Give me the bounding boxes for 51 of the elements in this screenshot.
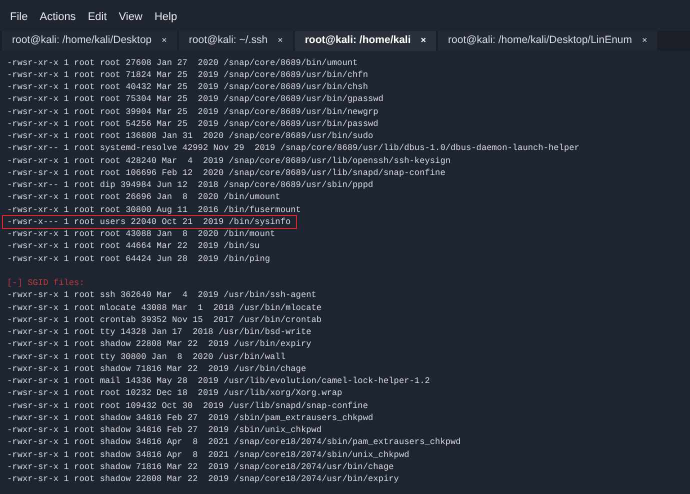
terminal-line: -rwsr-xr-x 1 root root 54256 Mar 25 2019 /snap/core/8689/usr/bin/passwd <box>7 118 378 130</box>
terminal-line: -rwsr-xr-x 1 root root 428240 Mar 4 2019 /snap/core/8689/usr/lib/openssh/ssh-keysign <box>7 154 451 167</box>
terminal-tab[interactable]: root@kali: /home/kali × <box>294 30 436 50</box>
terminal-line: -rwsr-sr-x 1 root root 106696 Feb 12 2020 /snap/core/8689/usr/lib/snapd/snap-confine <box>7 166 446 179</box>
terminal-line: -rwsr-xr-x 1 root root 136808 Jan 31 2020 /snap/core/8689/usr/bin/sudo <box>7 130 374 142</box>
terminal-line: -rwsr-xr-x 1 root root 27608 Jan 27 2020 /snap/core/8689/bin/umount <box>7 56 358 69</box>
tab-title: root@kali: /home/kali <box>304 32 411 48</box>
menu-item[interactable]: Actions <box>40 9 76 26</box>
terminal-line: -rwxr-sr-x 1 root shadow 34816 Feb 27 2019 /sbin/unix_chkpwd <box>7 424 322 436</box>
terminal-line: -rwxr-sr-x 1 root shadow 22808 Mar 22 2019 /usr/bin/expiry <box>7 338 312 350</box>
terminal-line: -rwsr-xr-x 1 root root 39904 Mar 25 2019 /snap/core/8689/usr/bin/newgrp <box>7 106 378 118</box>
close-tab-button[interactable]: × <box>162 34 167 48</box>
terminal-line: -rwsr-xr-x 1 root root 26696 Jan 8 2020 /bin/umount <box>7 191 280 204</box>
terminal-line: -rwsr-xr-x 1 root root 71824 Mar 25 2019 /snap/core/8689/usr/bin/chfn <box>7 68 368 81</box>
terminal-line: -rwxr-sr-x 1 root crontab 39352 Nov 15 2017 /usr/bin/crontab <box>7 314 322 326</box>
terminal-tab[interactable]: root@kali: /home/kali/Desktop/LinEnum × <box>438 30 658 50</box>
menu-item[interactable]: Help <box>154 9 178 26</box>
close-tab-button[interactable]: × <box>642 34 648 48</box>
section-header: [-] SGID files: <box>7 277 84 290</box>
terminal-line: -rwsr-xr-- 1 root systemd-resolve 42992 Nov 29 2019 /snap/core/8689/usr/lib/dbus-1.0/dbus-daemon-launch-helper <box>7 142 580 154</box>
terminal-line: -rwsr-xr-x 1 root root 43088 Jan 8 2020 /bin/mount <box>7 228 276 240</box>
tab-title: root@kali: ~/.ssh <box>188 32 268 48</box>
terminal-line: -rwsr-sr-x 1 root root 10232 Dec 18 2019 /usr/lib/xorg/Xorg.wrap <box>7 387 342 400</box>
close-tab-button[interactable]: × <box>420 34 426 48</box>
terminal-line: -rwsr-xr-x 1 root root 75304 Mar 25 2019 /snap/core/8689/usr/bin/gpasswd <box>7 93 384 106</box>
terminal-line: -rwsr-sr-x 1 root root 109432 Oct 30 2019 /usr/lib/snapd/snap-confine <box>7 400 368 412</box>
terminal-line: -rwxr-sr-x 1 root ssh 362640 Mar 4 2019 /usr/bin/ssh-agent <box>7 289 316 302</box>
terminal-line: -rwsr-xr-- 1 root dip 394984 Jun 12 2018 /snap/core/8689/usr/sbin/pppd <box>7 179 374 192</box>
terminal-line: -rwsr-x--- 1 root users 22040 Oct 21 2019 /bin/sysinfo <box>3 216 296 228</box>
terminal-line: -rwxr-sr-x 1 root shadow 71816 Mar 22 2019 /snap/core18/2074/usr/bin/chage <box>7 460 394 473</box>
terminal-line: -rwxr-sr-x 1 root shadow 71816 Mar 22 2019 /usr/bin/chage <box>7 362 306 375</box>
close-tab-button[interactable]: × <box>278 34 283 48</box>
terminal-line: -rwxr-sr-x 1 root tty 14328 Jan 17 2018 /usr/bin/bsd-write <box>7 326 312 338</box>
terminal-line: -rwxr-sr-x 1 root mlocate 43088 Mar 1 2018 /usr/bin/mlocate <box>7 302 322 314</box>
terminal-line: -rwxr-sr-x 1 root mail 14336 May 28 2019 /usr/lib/evolution/camel-lock-helper-1.2 <box>7 375 430 388</box>
tab-title: root@kali: /home/kali/Desktop <box>12 32 152 48</box>
terminal-tab[interactable]: root@kali: ~/.ssh × <box>178 30 293 50</box>
terminal-line: -rwxr-sr-x 1 root shadow 34816 Apr 8 2021 /snap/core18/2074/sbin/unix_chkpwd <box>7 448 410 461</box>
terminal-line: -rwxr-sr-x 1 root tty 30800 Jan 8 2020 /usr/bin/wall <box>7 350 286 363</box>
tab-title: root@kali: /home/kali/Desktop/LinEnum <box>448 32 632 48</box>
terminal-line: -rwxr-sr-x 1 root shadow 22808 Mar 22 2019 /snap/core18/2074/usr/bin/expiry <box>7 473 399 486</box>
terminal-line: -rwxr-sr-x 1 root shadow 34816 Apr 8 2021 /snap/core18/2074/sbin/pam_extrausers_chkpwd <box>7 436 461 448</box>
terminal-line: -rwsr-xr-x 1 root root 40432 Mar 25 2019 /snap/core/8689/usr/bin/chsh <box>7 81 368 94</box>
menu-item[interactable]: File <box>10 9 28 26</box>
terminal-line: -rwsr-xr-x 1 root root 44664 Mar 22 2019 /bin/su <box>7 240 260 252</box>
menu-item[interactable]: View <box>118 9 142 26</box>
terminal-line: -rwxr-sr-x 1 root shadow 34816 Feb 27 2019 /sbin/pam_extrausers_chkpwd <box>7 412 374 424</box>
terminal-tab[interactable]: root@kali: /home/kali/Desktop × <box>2 30 177 50</box>
terminal-line: -rwsr-xr-x 1 root root 30800 Aug 11 2016 /bin/fusermount <box>7 204 301 216</box>
menu-item[interactable]: Edit <box>88 9 107 26</box>
terminal-line: -rwsr-xr-x 1 root root 64424 Jun 28 2019 /bin/ping <box>7 252 270 265</box>
